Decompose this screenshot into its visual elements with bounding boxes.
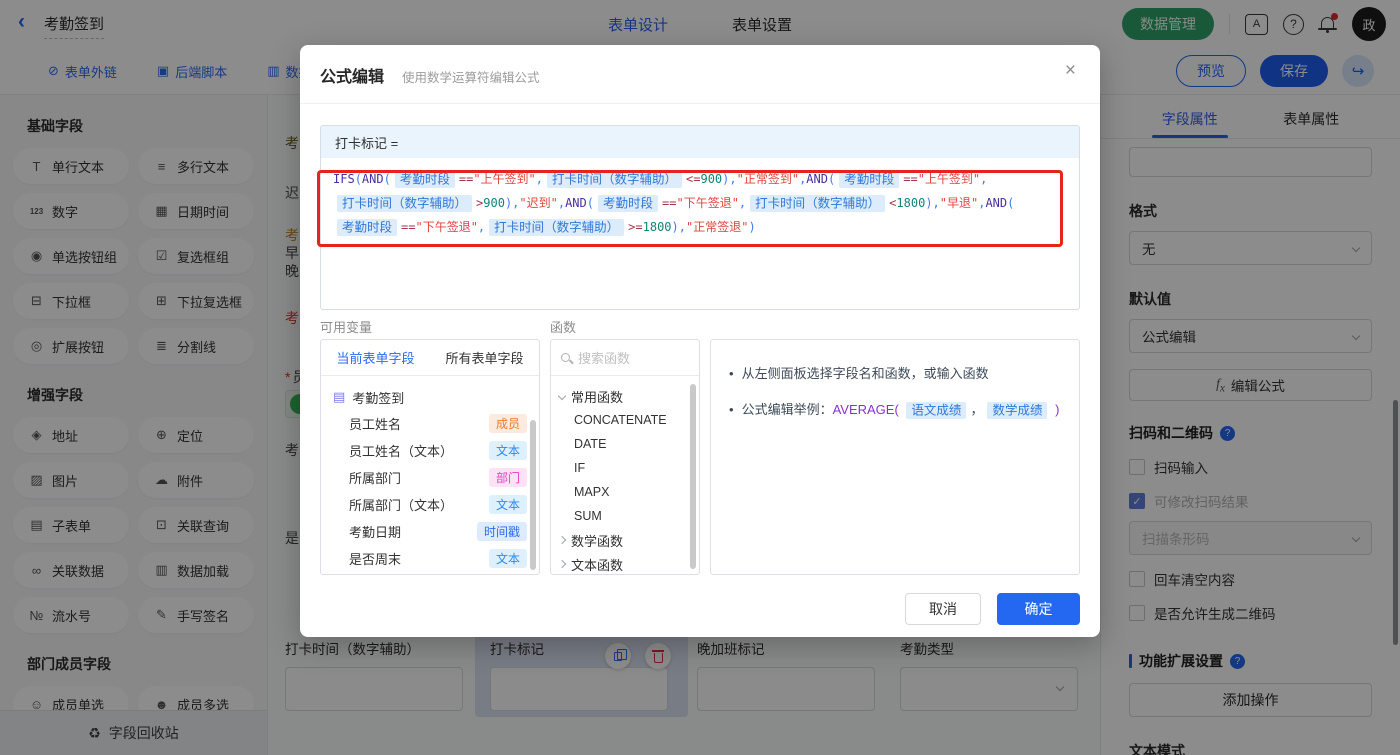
formula-line: 考勤时段 =="下午签退", 打卡时间（数字辅助） >=1800),"正常签退") [333, 215, 1067, 239]
variable-name: 是否周末 [349, 552, 402, 567]
field-chip: 打卡时间（数字辅助） [489, 218, 625, 236]
function-item-DATE[interactable]: DATE [551, 432, 699, 456]
modal-subtitle: 使用数学运算符编辑公式 [402, 71, 540, 85]
app-window: ‹ 考勤签到 表单设计表单设置 数据管理 A ? 政 ⊘表单外链▣后端脚本▥数据… [0, 0, 1400, 755]
field-type-badge: 文本 [488, 441, 527, 460]
search-placeholder: 搜索函数 [578, 351, 631, 366]
example-function: AVERAGE( [832, 402, 899, 417]
functions-panel: 搜索函数 常用函数 CONCATENATE DATE IF MAPX SUM 数学函数 文本函… [550, 339, 700, 575]
variables-tab-当前表单字段[interactable]: 当前表单字段 [321, 340, 430, 375]
cancel-button[interactable]: 取消 [905, 593, 981, 625]
comma: ， [970, 402, 984, 417]
variable-name: 所属部门（文本） [349, 498, 454, 513]
variable-field-所属部门（文本）[interactable]: 所属部门（文本） 文本 [321, 491, 539, 518]
function-item-IF[interactable]: IF [551, 456, 699, 480]
function-group-常用函数[interactable]: 常用函数 [551, 384, 699, 408]
variables-label: 可用变量 [320, 320, 373, 335]
variable-field-所属部门[interactable]: 所属部门 部门 [321, 464, 539, 491]
bullet: • [729, 402, 734, 417]
field-type-badge: 文本 [488, 495, 527, 514]
function-item-CONCATENATE[interactable]: CONCATENATE [551, 408, 699, 432]
variable-name: 所属部门 [349, 471, 402, 486]
search-icon [561, 353, 570, 362]
field-chip: 打卡时间（数字辅助） [750, 194, 886, 212]
formula-code-editor[interactable]: IFS(AND(考勤时段 =="上午签到", 打卡时间（数字辅助） <=900),"正… [321, 158, 1079, 248]
function-list: 常用函数 CONCATENATE DATE IF MAPX SUM 数学函数 文本函数 [551, 376, 699, 574]
confirm-button[interactable]: 确定 [997, 593, 1080, 625]
tip-text: 从左侧面板选择字段名和函数，或输入函数 [741, 366, 989, 381]
variable-field-是否周末[interactable]: 是否周末 文本 [321, 545, 539, 572]
field-chip: 打卡时间（数字辅助） [547, 170, 683, 188]
field-type-badge: 文本 [488, 549, 527, 568]
variables-panel: 当前表单字段 所有表单字段 ▤ 考勤签到 员工姓名 成员 员工姓名（文本） 文本 所属部门… [320, 339, 540, 575]
tip-example-prefix: 公式编辑举例： [741, 402, 833, 417]
variable-field-考勤日期[interactable]: 考勤日期 时间戳 [321, 518, 539, 545]
field-chip: 语文成绩 [906, 401, 967, 419]
field-chip: 考勤时段 [337, 218, 398, 236]
example-close-paren: ) [1055, 402, 1060, 417]
variable-field-员工姓名（文本）[interactable]: 员工姓名（文本） 文本 [321, 437, 539, 464]
variable-field-员工姓名[interactable]: 员工姓名 成员 [321, 410, 539, 437]
form-node-label: 考勤签到 [352, 390, 405, 406]
formula-line: 打卡时间（数字辅助） >900),"迟到",AND(考勤时段 =="下午签退", 打卡… [333, 191, 1067, 215]
variables-tab-所有表单字段[interactable]: 所有表单字段 [430, 340, 539, 375]
variable-name: 员工姓名（文本） [349, 444, 454, 459]
field-chip: 考勤时段 [394, 170, 455, 188]
tip-line: • 从左侧面板选择字段名和函数，或输入函数 [729, 364, 1061, 384]
chevron-right-icon [557, 559, 567, 569]
function-item-SUM[interactable]: SUM [551, 504, 699, 528]
formula-box: 打卡标记 = IFS(AND(考勤时段 =="上午签到", 打卡时间（数字辅助） <=… [320, 125, 1080, 310]
scrollbar-thumb[interactable] [530, 420, 536, 570]
variables-list: ▤ 考勤签到 员工姓名 成员 员工姓名（文本） 文本 所属部门 部门 所属部门（文本） 文本考… [321, 376, 539, 572]
function-item-MAPX[interactable]: MAPX [551, 480, 699, 504]
function-search[interactable]: 搜索函数 [551, 340, 699, 376]
field-chip: 数学成绩 [987, 401, 1048, 419]
functions-label: 函数 [550, 320, 577, 335]
formula-target-field: 打卡标记 = [321, 126, 1079, 158]
modal-title: 公式编辑 [320, 69, 385, 86]
variable-name: 考勤日期 [349, 525, 402, 540]
field-type-badge: 成员 [488, 414, 527, 433]
tips-panel: • 从左侧面板选择字段名和函数，或输入函数 • 公式编辑举例：AVERAGE( 语文… [710, 339, 1080, 575]
form-node[interactable]: ▤ 考勤签到 [321, 384, 539, 410]
document-icon: ▤ [333, 389, 346, 404]
bullet: • [729, 366, 734, 381]
field-type-badge: 部门 [488, 468, 527, 487]
scrollbar-thumb[interactable] [690, 384, 696, 569]
field-chip: 考勤时段 [598, 194, 659, 212]
divider [300, 103, 1100, 104]
close-icon[interactable]: × [1065, 60, 1076, 82]
variables-tabs: 当前表单字段 所有表单字段 [321, 340, 539, 376]
variable-name: 员工姓名 [349, 417, 402, 432]
field-chip: 打卡时间（数字辅助） [337, 194, 473, 212]
field-type-badge: 时间戳 [476, 522, 527, 541]
formula-editor-modal: 公式编辑 使用数学运算符编辑公式 × 打卡标记 = IFS(AND(考勤时段 ==… [300, 45, 1100, 637]
field-chip: 考勤时段 [839, 170, 900, 188]
function-group-数学函数[interactable]: 数学函数 [551, 528, 699, 552]
chevron-right-icon [557, 535, 567, 545]
chevron-down-icon [557, 391, 567, 401]
tip-example-line: • 公式编辑举例：AVERAGE( 语文成绩，数学成绩 ) [729, 400, 1061, 420]
function-group-文本函数[interactable]: 文本函数 [551, 552, 699, 574]
variable-fields: 员工姓名 成员 员工姓名（文本） 文本 所属部门 部门 所属部门（文本） 文本 考勤日期 时间戳是… [321, 410, 539, 572]
formula-line: IFS(AND(考勤时段 =="上午签到", 打卡时间（数字辅助） <=900),"正… [333, 170, 988, 188]
